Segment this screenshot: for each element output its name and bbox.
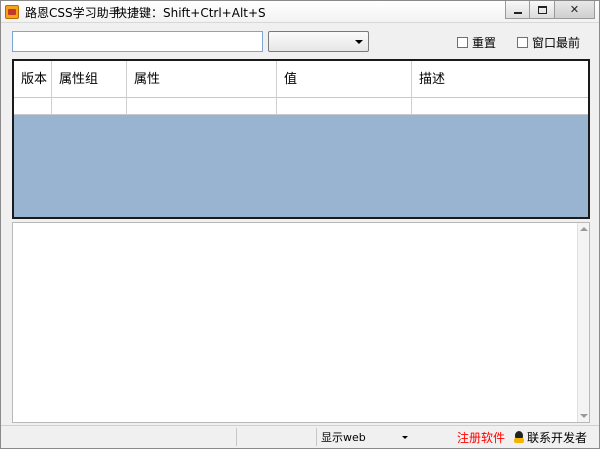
title-bar[interactable]: 路恩CSS学习助手 快捷键：Shift+Ctrl+Alt+S ✕ xyxy=(1,1,599,23)
grid-header: 版本 属性组 属性 值 描述 xyxy=(14,61,588,98)
vertical-scrollbar[interactable] xyxy=(577,223,589,422)
display-mode-value: 显示web xyxy=(321,431,366,444)
scroll-up-icon[interactable] xyxy=(580,227,588,231)
column-header-value[interactable]: 值 xyxy=(277,61,412,98)
scroll-down-icon[interactable] xyxy=(580,414,588,418)
reset-checkbox-box[interactable] xyxy=(457,37,468,48)
minimize-icon xyxy=(513,11,522,14)
status-divider xyxy=(316,428,317,446)
search-input[interactable] xyxy=(12,31,263,52)
column-header-description[interactable]: 描述 xyxy=(412,61,588,98)
status-bar: 显示web 注册软件 联系开发者 xyxy=(1,425,599,448)
topmost-checkbox-box[interactable] xyxy=(517,37,528,48)
table-cell[interactable] xyxy=(52,98,127,115)
status-divider xyxy=(236,428,237,446)
topmost-checkbox[interactable]: 窗口最前 xyxy=(517,34,580,51)
chevron-down-icon xyxy=(355,40,363,44)
maximize-button[interactable] xyxy=(530,1,555,19)
qq-penguin-icon xyxy=(513,431,525,444)
topmost-checkbox-label: 窗口最前 xyxy=(532,36,581,50)
table-cell[interactable] xyxy=(127,98,277,115)
close-icon: ✕ xyxy=(569,3,580,16)
window-controls: ✕ xyxy=(505,1,595,19)
minimize-button[interactable] xyxy=(505,1,530,19)
maximize-icon xyxy=(537,5,547,14)
property-select[interactable] xyxy=(268,31,369,52)
app-logo-icon xyxy=(5,5,19,19)
property-grid[interactable]: 版本 属性组 属性 值 描述 xyxy=(12,59,590,219)
contact-developer-link[interactable]: 联系开发者 xyxy=(513,429,587,446)
column-header-property-group[interactable]: 属性组 xyxy=(52,61,127,98)
hotkey-hint: 快捷键：Shift+Ctrl+Alt+S xyxy=(115,6,266,20)
register-link[interactable]: 注册软件 xyxy=(457,429,505,446)
table-cell[interactable] xyxy=(14,98,52,115)
table-row[interactable] xyxy=(14,98,588,115)
reset-checkbox-label: 重置 xyxy=(472,36,497,50)
table-cell[interactable] xyxy=(412,98,588,115)
chevron-down-icon xyxy=(402,436,408,439)
reset-checkbox[interactable]: 重置 xyxy=(457,34,496,51)
contact-developer-label: 联系开发者 xyxy=(527,431,588,445)
window-title: 路恩CSS学习助手 xyxy=(25,6,121,20)
table-cell[interactable] xyxy=(277,98,412,115)
close-button[interactable]: ✕ xyxy=(555,1,595,19)
display-mode-select[interactable]: 显示web xyxy=(321,429,411,446)
column-header-property[interactable]: 属性 xyxy=(127,61,277,98)
app-window: 路恩CSS学习助手 快捷键：Shift+Ctrl+Alt+S ✕ 重置 窗口最前… xyxy=(0,0,600,449)
description-textarea[interactable] xyxy=(12,222,590,423)
column-header-version[interactable]: 版本 xyxy=(14,61,52,98)
